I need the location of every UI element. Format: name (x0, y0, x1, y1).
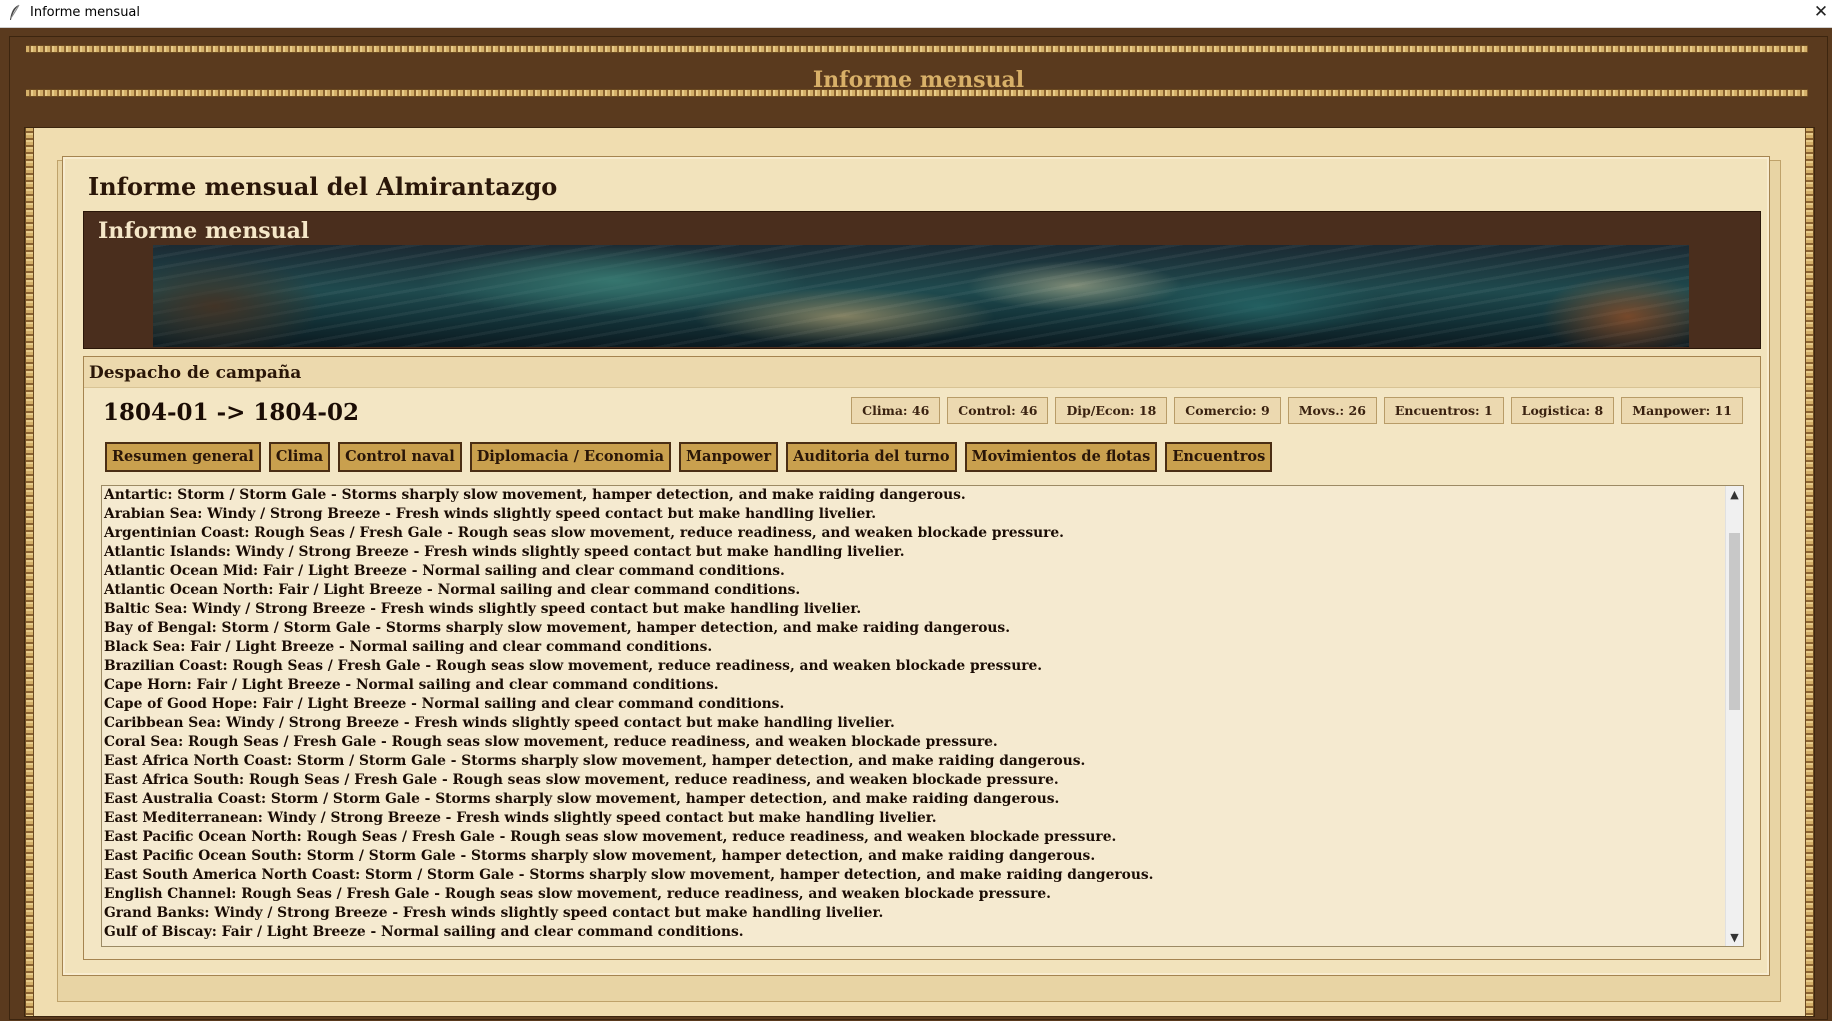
chip-comercio: Comercio: 9 (1174, 397, 1281, 424)
chip-manpower: Manpower: 11 (1621, 397, 1743, 424)
close-icon: ✕ (1813, 2, 1829, 22)
page-title: Informe mensual del Almirantazgo (88, 172, 558, 201)
chip-control: Control: 46 (947, 397, 1049, 424)
frame-rope-left (25, 128, 34, 1016)
dispatch-title: Despacho de campaña (89, 363, 302, 383)
list-item: East South America North Coast: Storm / … (104, 867, 1154, 883)
banner-title: Informe mensual (98, 218, 310, 244)
scroll-up-button[interactable]: ▲ (1726, 486, 1743, 503)
scroll-down-button[interactable]: ▼ (1726, 929, 1743, 946)
close-button[interactable]: ✕ (1810, 0, 1832, 26)
scroll-thumb[interactable] (1729, 533, 1740, 710)
list-item: Grand Banks: Windy / Strong Breeze - Fre… (104, 905, 884, 921)
tab-control-naval[interactable]: Control naval (338, 442, 462, 472)
tab-movimientos-de-flotas[interactable]: Movimientos de flotas (964, 442, 1158, 472)
header-rope-top (26, 45, 1808, 53)
report-banner: Informe mensual (83, 211, 1761, 349)
stormy-sea-image (153, 245, 1689, 347)
header-rope-bottom (26, 89, 1808, 97)
report-tabs: Resumen general Clima Control naval Dipl… (105, 442, 1273, 472)
list-item: East Australia Coast: Storm / Storm Gale… (104, 791, 1060, 807)
chip-clima: Clima: 46 (851, 397, 941, 424)
chip-movs: Movs.: 26 (1287, 397, 1377, 424)
list-item: Argentinian Coast: Rough Seas / Fresh Ga… (104, 525, 1064, 541)
list-item: East Pacific Ocean North: Rough Seas / F… (104, 829, 1117, 845)
window-titlebar: Informe mensual ✕ (0, 0, 1832, 28)
chevron-down-icon: ▼ (1730, 931, 1739, 944)
tab-clima[interactable]: Clima (268, 442, 331, 472)
list-item: Atlantic Ocean Mid: Fair / Light Breeze … (104, 563, 785, 579)
campaign-dispatch: Despacho de campaña 1804-01 -> 1804-02 C… (83, 356, 1761, 960)
chip-logistica: Logistica: 8 (1510, 397, 1615, 424)
dispatch-header: Despacho de campaña (84, 357, 1760, 388)
chevron-up-icon: ▲ (1730, 488, 1739, 501)
list-item: Black Sea: Fair / Light Breeze - Normal … (104, 639, 713, 655)
report-text-area[interactable]: Antartic: Storm / Storm Gale - Storms sh… (101, 485, 1744, 947)
list-item: Cape Horn: Fair / Light Breeze - Normal … (104, 677, 719, 693)
list-item: Bay of Bengal: Storm / Storm Gale - Stor… (104, 620, 1010, 636)
frame-rope-right (1805, 128, 1814, 1016)
tab-resumen-general[interactable]: Resumen general (105, 442, 261, 472)
tab-auditoria-del-turno[interactable]: Auditoria del turno (786, 442, 957, 472)
list-item: Brazilian Coast: Rough Seas / Fresh Gale… (104, 658, 1043, 674)
list-item: Baltic Sea: Windy / Strong Breeze - Fres… (104, 601, 862, 617)
list-item: Arabian Sea: Windy / Strong Breeze - Fre… (104, 506, 877, 522)
list-item: East Mediterranean: Windy / Strong Breez… (104, 810, 937, 826)
vertical-scrollbar[interactable]: ▲ ▼ (1725, 486, 1743, 946)
report-period: 1804-01 -> 1804-02 (103, 399, 359, 426)
list-item: Gulf of Biscay: Fair / Light Breeze - No… (104, 924, 744, 940)
report-lines: Antartic: Storm / Storm Gale - Storms sh… (104, 486, 1153, 942)
window-title: Informe mensual (30, 5, 141, 20)
list-item: Atlantic Ocean North: Fair / Light Breez… (104, 582, 801, 598)
summary-chips: Clima: 46 Control: 46 Dip/Econ: 18 Comer… (851, 397, 1743, 424)
list-item: Antartic: Storm / Storm Gale - Storms sh… (104, 487, 966, 503)
list-item: English Channel: Rough Seas / Fresh Gale… (104, 886, 1051, 902)
list-item: Cape of Good Hope: Fair / Light Breeze -… (104, 696, 785, 712)
chip-dip-econ: Dip/Econ: 18 (1055, 397, 1168, 424)
list-item: Caribbean Sea: Windy / Strong Breeze - F… (104, 715, 895, 731)
list-item: Coral Sea: Rough Seas / Fresh Gale - Rou… (104, 734, 998, 750)
chip-encuentros: Encuentros: 1 (1383, 397, 1504, 424)
tab-encuentros[interactable]: Encuentros (1165, 442, 1273, 472)
tab-diplomacia-economia[interactable]: Diplomacia / Economia (469, 442, 671, 472)
list-item: East Pacific Ocean South: Storm / Storm … (104, 848, 1096, 864)
list-item: East Africa North Coast: Storm / Storm G… (104, 753, 1086, 769)
feather-icon (10, 4, 20, 20)
list-item: Atlantic Islands: Windy / Strong Breeze … (104, 544, 905, 560)
tab-manpower[interactable]: Manpower (679, 442, 779, 472)
list-item: East Africa South: Rough Seas / Fresh Ga… (104, 772, 1059, 788)
